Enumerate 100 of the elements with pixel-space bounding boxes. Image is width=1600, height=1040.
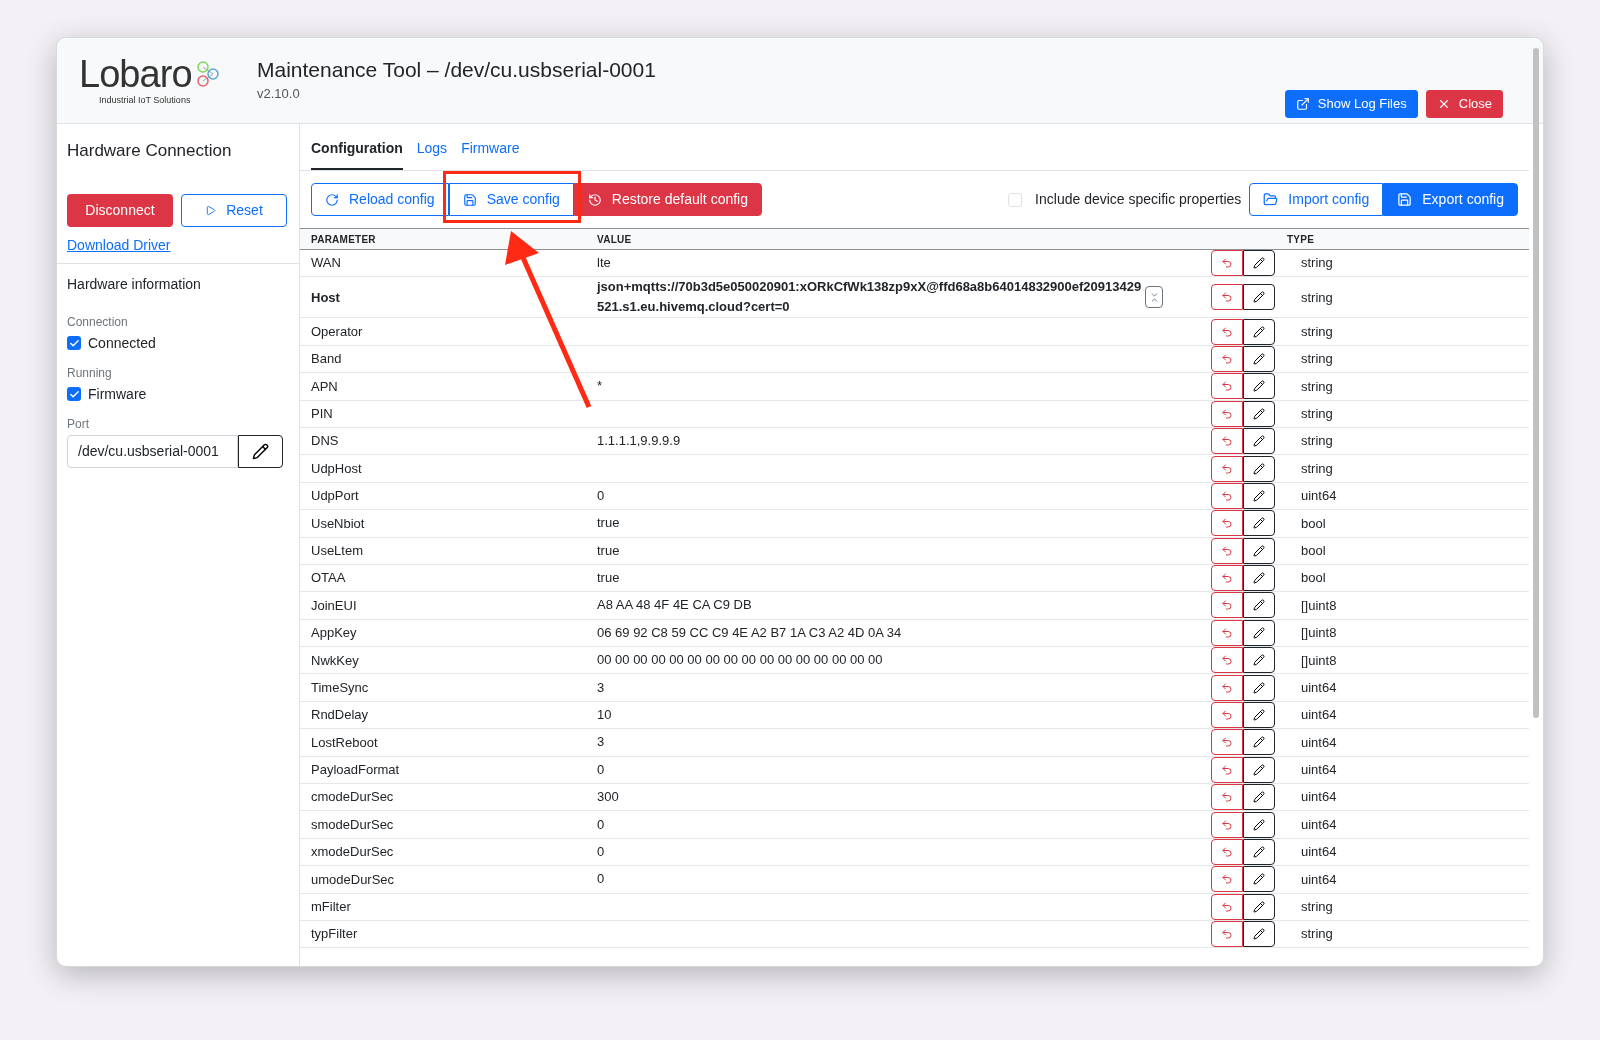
close-button[interactable]: Close <box>1425 90 1503 118</box>
edit-button[interactable] <box>1243 647 1275 674</box>
undo-button[interactable] <box>1211 866 1243 893</box>
pencil-icon <box>1253 572 1265 585</box>
edit-button[interactable] <box>1243 619 1275 646</box>
checkbox[interactable] <box>67 387 81 401</box>
undo-button[interactable] <box>1211 565 1243 592</box>
undo-button[interactable] <box>1211 647 1243 674</box>
undo-button[interactable] <box>1211 284 1243 311</box>
pencil-icon <box>1253 517 1265 530</box>
undo-button[interactable] <box>1211 784 1243 811</box>
toolbar-button[interactable]: Export config <box>1383 183 1518 216</box>
undo-icon <box>1221 873 1233 886</box>
undo-button[interactable] <box>1211 318 1243 345</box>
checkbox-label: Firmware <box>88 384 147 404</box>
pencil-icon <box>1253 818 1265 831</box>
group-label: Connection <box>67 313 129 331</box>
edit-button[interactable] <box>1243 373 1275 400</box>
reset-button[interactable]: Reset <box>181 193 287 227</box>
value-cell-text: 0 <box>597 815 605 834</box>
edit-button[interactable] <box>1243 537 1275 564</box>
undo-button[interactable] <box>1211 455 1243 482</box>
download-driver-link[interactable]: Download Driver <box>67 234 171 256</box>
undo-button[interactable] <box>1211 428 1243 455</box>
undo-button[interactable] <box>1211 250 1243 277</box>
type-cell-text: uint64 <box>1301 706 1337 725</box>
checkbox[interactable] <box>67 336 81 350</box>
undo-button[interactable] <box>1211 345 1243 372</box>
undo-button[interactable] <box>1211 537 1243 564</box>
edit-button[interactable] <box>1243 482 1275 509</box>
value-cell-text: true <box>597 541 620 560</box>
edit-button[interactable] <box>1243 921 1275 948</box>
collapse-toggle[interactable] <box>1145 286 1163 309</box>
port-field[interactable]: /dev/cu.usbserial-0001 <box>67 434 238 468</box>
tab[interactable]: Logs <box>416 138 448 170</box>
parameter-cell-text: UseLtem <box>310 541 365 560</box>
edit-button[interactable] <box>1243 345 1275 372</box>
parameter-cell-text: PayloadFormat <box>310 761 401 780</box>
disconnect-button[interactable]: Disconnect <box>67 193 173 227</box>
pencil-icon <box>1253 681 1265 694</box>
type-cell-text: string <box>1301 254 1333 273</box>
undo-button[interactable] <box>1211 729 1243 756</box>
undo-button[interactable] <box>1211 482 1243 509</box>
hardware-info-title: Hardware information <box>67 274 202 294</box>
reload-icon <box>325 192 339 207</box>
tab[interactable]: Firmware <box>461 138 520 170</box>
edit-button[interactable] <box>1243 400 1275 427</box>
edit-button[interactable] <box>1243 866 1275 893</box>
undo-icon <box>1221 709 1233 722</box>
type-cell-text: uint64 <box>1301 733 1337 752</box>
undo-icon <box>1221 763 1233 776</box>
type-cell-text: string <box>1301 898 1333 917</box>
include-checkbox[interactable] <box>1008 192 1023 207</box>
tab[interactable]: Configuration <box>311 138 403 170</box>
pencil-icon <box>1253 325 1265 338</box>
toolbar-button[interactable]: Restore default config <box>573 183 762 216</box>
type-cell-text: string <box>1301 322 1333 341</box>
undo-button[interactable] <box>1211 893 1243 920</box>
pencil-icon <box>1253 352 1265 365</box>
edit-button[interactable] <box>1243 250 1275 277</box>
edit-button[interactable] <box>1243 674 1275 701</box>
undo-button[interactable] <box>1211 811 1243 838</box>
parameter-cell-text: typFilter <box>310 925 359 944</box>
edit-button[interactable] <box>1243 893 1275 920</box>
edit-button[interactable] <box>1243 510 1275 537</box>
edit-button[interactable] <box>1243 455 1275 482</box>
edit-port-button[interactable] <box>238 434 283 468</box>
edit-button[interactable] <box>1243 284 1275 311</box>
logo-tagline: Industrial IoT Solutions <box>98 94 192 107</box>
edit-button[interactable] <box>1243 756 1275 783</box>
edit-button[interactable] <box>1243 592 1275 619</box>
undo-button[interactable] <box>1211 619 1243 646</box>
undo-button[interactable] <box>1211 510 1243 537</box>
toolbar-button[interactable]: Reload config <box>311 183 449 216</box>
undo-button[interactable] <box>1211 373 1243 400</box>
pencil-icon <box>1253 462 1265 475</box>
undo-button[interactable] <box>1211 839 1243 865</box>
edit-button[interactable] <box>1243 811 1275 838</box>
edit-button[interactable] <box>1243 729 1275 756</box>
edit-button[interactable] <box>1243 318 1275 345</box>
edit-button[interactable] <box>1243 702 1275 729</box>
undo-button[interactable] <box>1211 400 1243 427</box>
parameter-cell-text: mFilter <box>310 898 352 917</box>
undo-button[interactable] <box>1211 702 1243 729</box>
toolbar-button[interactable]: Import config <box>1249 183 1384 216</box>
pencil-icon <box>1253 380 1265 393</box>
undo-button[interactable] <box>1211 921 1243 948</box>
edit-button[interactable] <box>1243 784 1275 811</box>
show-log-files-button[interactable]: Show Log Files <box>1284 90 1418 118</box>
edit-button[interactable] <box>1243 565 1275 592</box>
edit-button[interactable] <box>1243 428 1275 455</box>
parameter-cell-text: WAN <box>310 254 342 273</box>
edit-button[interactable] <box>1243 839 1275 865</box>
pencil-icon <box>1253 626 1265 639</box>
toolbar-button[interactable]: Save config <box>448 183 574 216</box>
parameter-cell-text: Band <box>310 350 343 369</box>
undo-button[interactable] <box>1211 756 1243 783</box>
undo-button[interactable] <box>1211 674 1243 701</box>
undo-button[interactable] <box>1211 592 1243 619</box>
play-icon <box>205 204 217 216</box>
